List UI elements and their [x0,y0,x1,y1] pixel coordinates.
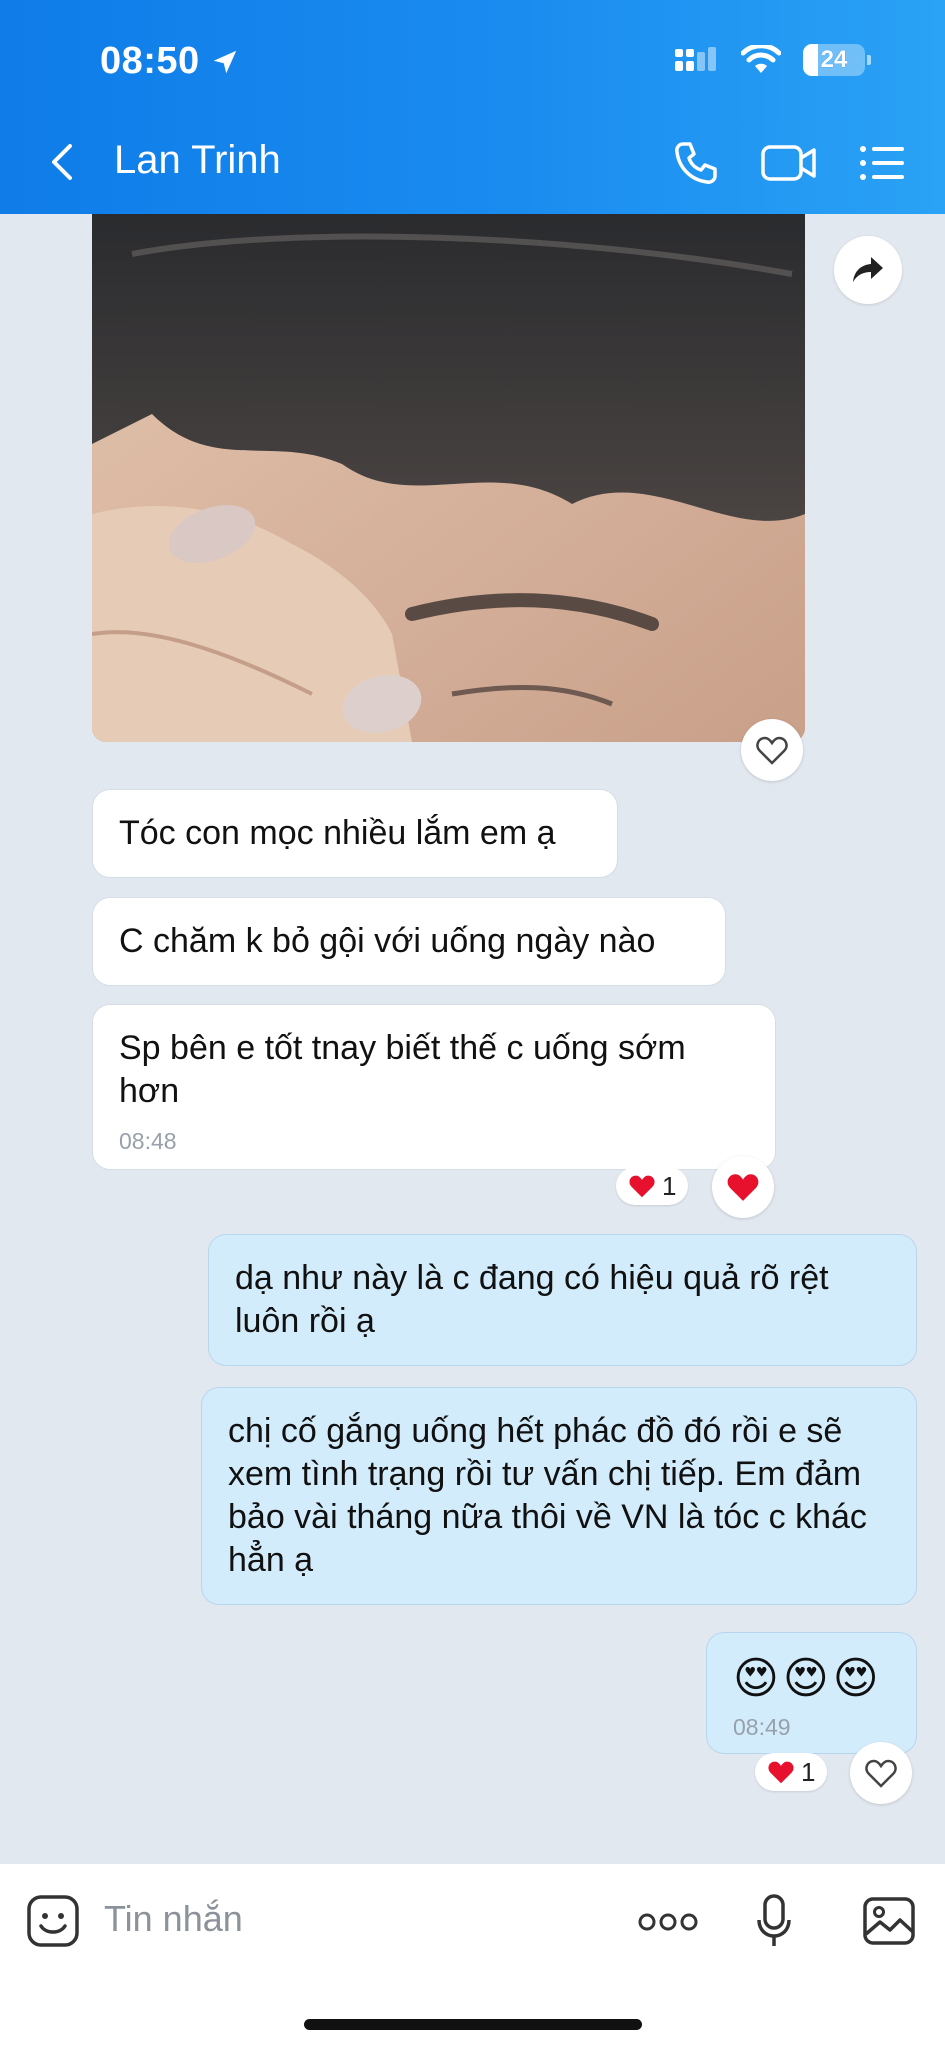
reaction-summary[interactable]: 1 [616,1167,689,1205]
message-time: 08:48 [119,1128,177,1154]
heart-filled-icon [727,1174,759,1201]
image-button[interactable] [862,1896,916,1951]
call-button[interactable] [673,140,719,191]
phone-icon [675,142,717,184]
reaction-count: 1 [662,1170,677,1201]
sticker-button[interactable] [26,1894,80,1953]
chevron-left-icon [52,144,72,180]
voice-button[interactable] [756,1894,792,1955]
message-text: Sp bên e tốt tnay biết thế c uống sớm hơ… [119,1029,686,1110]
header-actions [673,140,905,191]
share-arrow-icon [853,257,883,282]
wifi-icon [741,45,781,73]
forward-button[interactable] [834,236,902,304]
message-bubble-outgoing[interactable]: 😍😍😍 08:49 [706,1632,917,1754]
emoji-message: 😍😍😍 [733,1654,883,1703]
chat-header: 08:50 24 Lan Trinh [0,0,945,214]
heart-icon [865,1759,897,1788]
message-list[interactable]: Tóc con mọc nhiều lắm em ạ C chăm k bỏ g… [0,214,945,1864]
microphone-icon [757,1894,791,1946]
heart-icon [629,1175,655,1198]
message-bubble-incoming[interactable]: Sp bên e tốt tnay biết thế c uống sớm hơ… [92,1004,776,1170]
home-indicator[interactable] [304,2019,642,2030]
message-bubble-incoming[interactable]: C chăm k bỏ gội với uống ngày nào [92,897,726,986]
photo-message[interactable] [92,214,805,742]
video-camera-icon [761,145,816,181]
message-text: dạ như này là c đang có hiệu quả rõ rệt … [235,1259,829,1340]
reaction-count: 1 [801,1756,816,1787]
image-icon [863,1897,915,1945]
contact-name[interactable]: Lan Trinh [114,138,281,183]
more-button[interactable] [638,1912,698,1937]
status-time: 08:50 [100,40,240,83]
photo-image [92,214,805,742]
video-call-button[interactable] [761,143,817,188]
message-text: Tóc con mọc nhiều lắm em ạ [119,814,556,852]
message-text: C chăm k bỏ gội với uống ngày nào [119,922,656,960]
react-button-reacted[interactable] [712,1156,774,1218]
reaction-summary[interactable]: 1 [755,1753,828,1791]
heart-icon [768,1761,794,1784]
more-dots-icon [638,1913,698,1931]
message-text: chị cố gắng uống hết phác đồ đó rồi e sẽ… [228,1412,867,1579]
cellular-signal-icon [675,47,716,71]
battery-indicator: 24 [803,44,871,76]
message-composer: Tin nhắn [0,1864,945,2048]
sticker-icon [27,1895,79,1947]
message-bubble-outgoing[interactable]: chị cố gắng uống hết phác đồ đó rồi e sẽ… [201,1387,917,1605]
message-time: 08:49 [733,1714,791,1740]
status-time-text: 08:50 [100,40,200,82]
message-bubble-outgoing[interactable]: dạ như này là c đang có hiệu quả rõ rệt … [208,1234,917,1366]
heart-icon [756,736,788,765]
back-button[interactable] [44,140,78,189]
status-indicators: 24 [673,44,871,76]
list-menu-icon [860,146,904,180]
message-input[interactable]: Tin nhắn [104,1898,243,1940]
react-button[interactable] [850,1742,912,1804]
options-menu-button[interactable] [859,143,905,188]
react-button-photo[interactable] [741,719,803,781]
location-arrow-icon [213,50,236,73]
battery-level: 24 [820,46,848,73]
message-bubble-incoming[interactable]: Tóc con mọc nhiều lắm em ạ [92,789,618,878]
